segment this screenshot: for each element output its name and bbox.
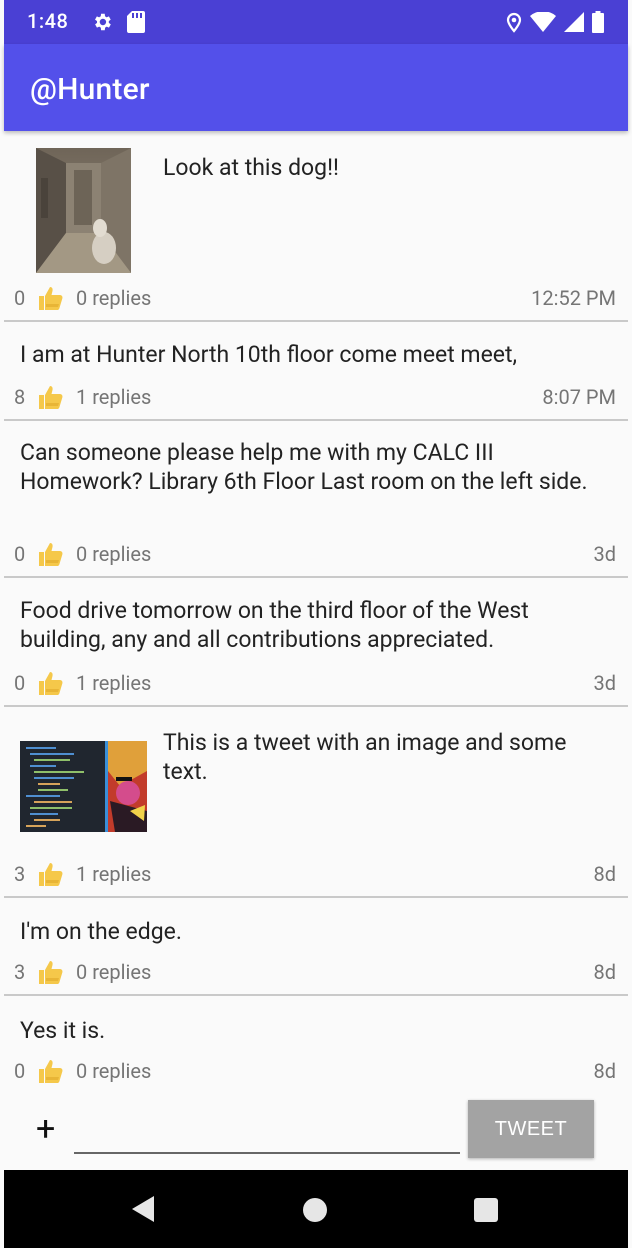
tweet-meta: 3 0 replies 8d [14, 957, 616, 987]
gear-icon [95, 13, 111, 31]
status-time: 1:48 [27, 9, 69, 33]
tweet-time: 8d [593, 960, 616, 984]
tweet-text: Look at this dog!! [163, 154, 339, 181]
tweet-meta: 0 0 replies 3d [14, 539, 616, 569]
app-bar: @Hunter [4, 44, 628, 131]
thumbs-up-icon[interactable] [36, 284, 64, 312]
thumbs-up-icon[interactable] [36, 540, 64, 568]
tweet-meta: 0 0 replies 12:52 PM [14, 283, 616, 313]
tweet-time: 8d [593, 1059, 616, 1083]
location-icon [506, 12, 522, 33]
signal-icon [564, 12, 584, 32]
tweet-button[interactable]: TWEET [468, 1100, 594, 1158]
home-icon[interactable] [303, 1198, 327, 1222]
tweet-text: This is a tweet with an image and some t… [163, 729, 567, 785]
reply-count[interactable]: 0 replies [76, 1059, 593, 1083]
tweet-item[interactable]: Food drive tomorrow on the third floor o… [4, 578, 628, 707]
tweet-text: Food drive tomorrow on the third floor o… [20, 597, 529, 653]
reply-count[interactable]: 1 replies [76, 385, 542, 409]
thumbs-up-icon[interactable] [36, 1057, 64, 1085]
status-bar: 1:48 [4, 0, 628, 44]
wifi-icon [530, 12, 556, 32]
reply-count[interactable]: 1 replies [76, 862, 593, 886]
like-count: 0 [14, 286, 26, 310]
navigation-bar [4, 1170, 628, 1248]
reply-count[interactable]: 0 replies [76, 286, 531, 310]
tweet-time: 3d [593, 542, 616, 566]
reply-count[interactable]: 1 replies [76, 671, 593, 695]
add-attachment-button[interactable]: + [36, 1112, 55, 1146]
sd-card-icon [127, 11, 145, 33]
tweet-item[interactable]: Look at this dog!! 0 0 replies 12:52 PM [4, 131, 628, 322]
like-count: 0 [14, 542, 26, 566]
like-count: 3 [14, 960, 26, 984]
tweet-item[interactable]: I am at Hunter North 10th floor come mee… [4, 322, 628, 421]
code-screenshot-image[interactable] [20, 741, 147, 832]
reply-count[interactable]: 0 replies [76, 542, 593, 566]
back-icon[interactable] [132, 1196, 154, 1222]
like-count: 8 [14, 385, 26, 409]
tweet-meta: 3 1 replies 8d [14, 859, 616, 889]
tweet-text: Can someone please help me with my CALC … [20, 439, 588, 495]
tweet-time: 12:52 PM [531, 286, 616, 310]
tweet-text: Yes it is. [20, 1017, 106, 1044]
tweet-text: I am at Hunter North 10th floor come mee… [20, 341, 518, 368]
tweet-item[interactable]: This is a tweet with an image and some t… [4, 707, 628, 898]
like-count: 0 [14, 1059, 26, 1083]
thumbs-up-icon[interactable] [36, 860, 64, 888]
like-count: 3 [14, 862, 26, 886]
battery-icon [592, 11, 604, 33]
tweet-text: I'm on the edge. [20, 918, 182, 945]
reply-count[interactable]: 0 replies [76, 960, 593, 984]
tweet-item[interactable]: Yes it is. 0 0 replies 8d [4, 996, 628, 1092]
tweet-composer: + TWEET [4, 1092, 628, 1170]
tweet-meta: 8 1 replies 8:07 PM [14, 382, 616, 412]
dog-photo-image[interactable] [36, 148, 131, 273]
page-title: @Hunter [30, 72, 150, 107]
tweet-item[interactable]: Can someone please help me with my CALC … [4, 421, 628, 578]
tweet-meta: 0 1 replies 3d [14, 668, 616, 698]
like-count: 0 [14, 671, 26, 695]
recents-icon[interactable] [474, 1198, 498, 1222]
tweet-item[interactable]: I'm on the edge. 3 0 replies 8d [4, 898, 628, 996]
thumbs-up-icon[interactable] [36, 669, 64, 697]
thumbs-up-icon[interactable] [36, 383, 64, 411]
tweet-time: 3d [593, 671, 616, 695]
tweet-input[interactable] [74, 1112, 460, 1154]
tweet-meta: 0 0 replies 8d [14, 1056, 616, 1086]
tweet-time: 8d [593, 862, 616, 886]
thumbs-up-icon[interactable] [36, 958, 64, 986]
tweet-time: 8:07 PM [542, 385, 616, 409]
